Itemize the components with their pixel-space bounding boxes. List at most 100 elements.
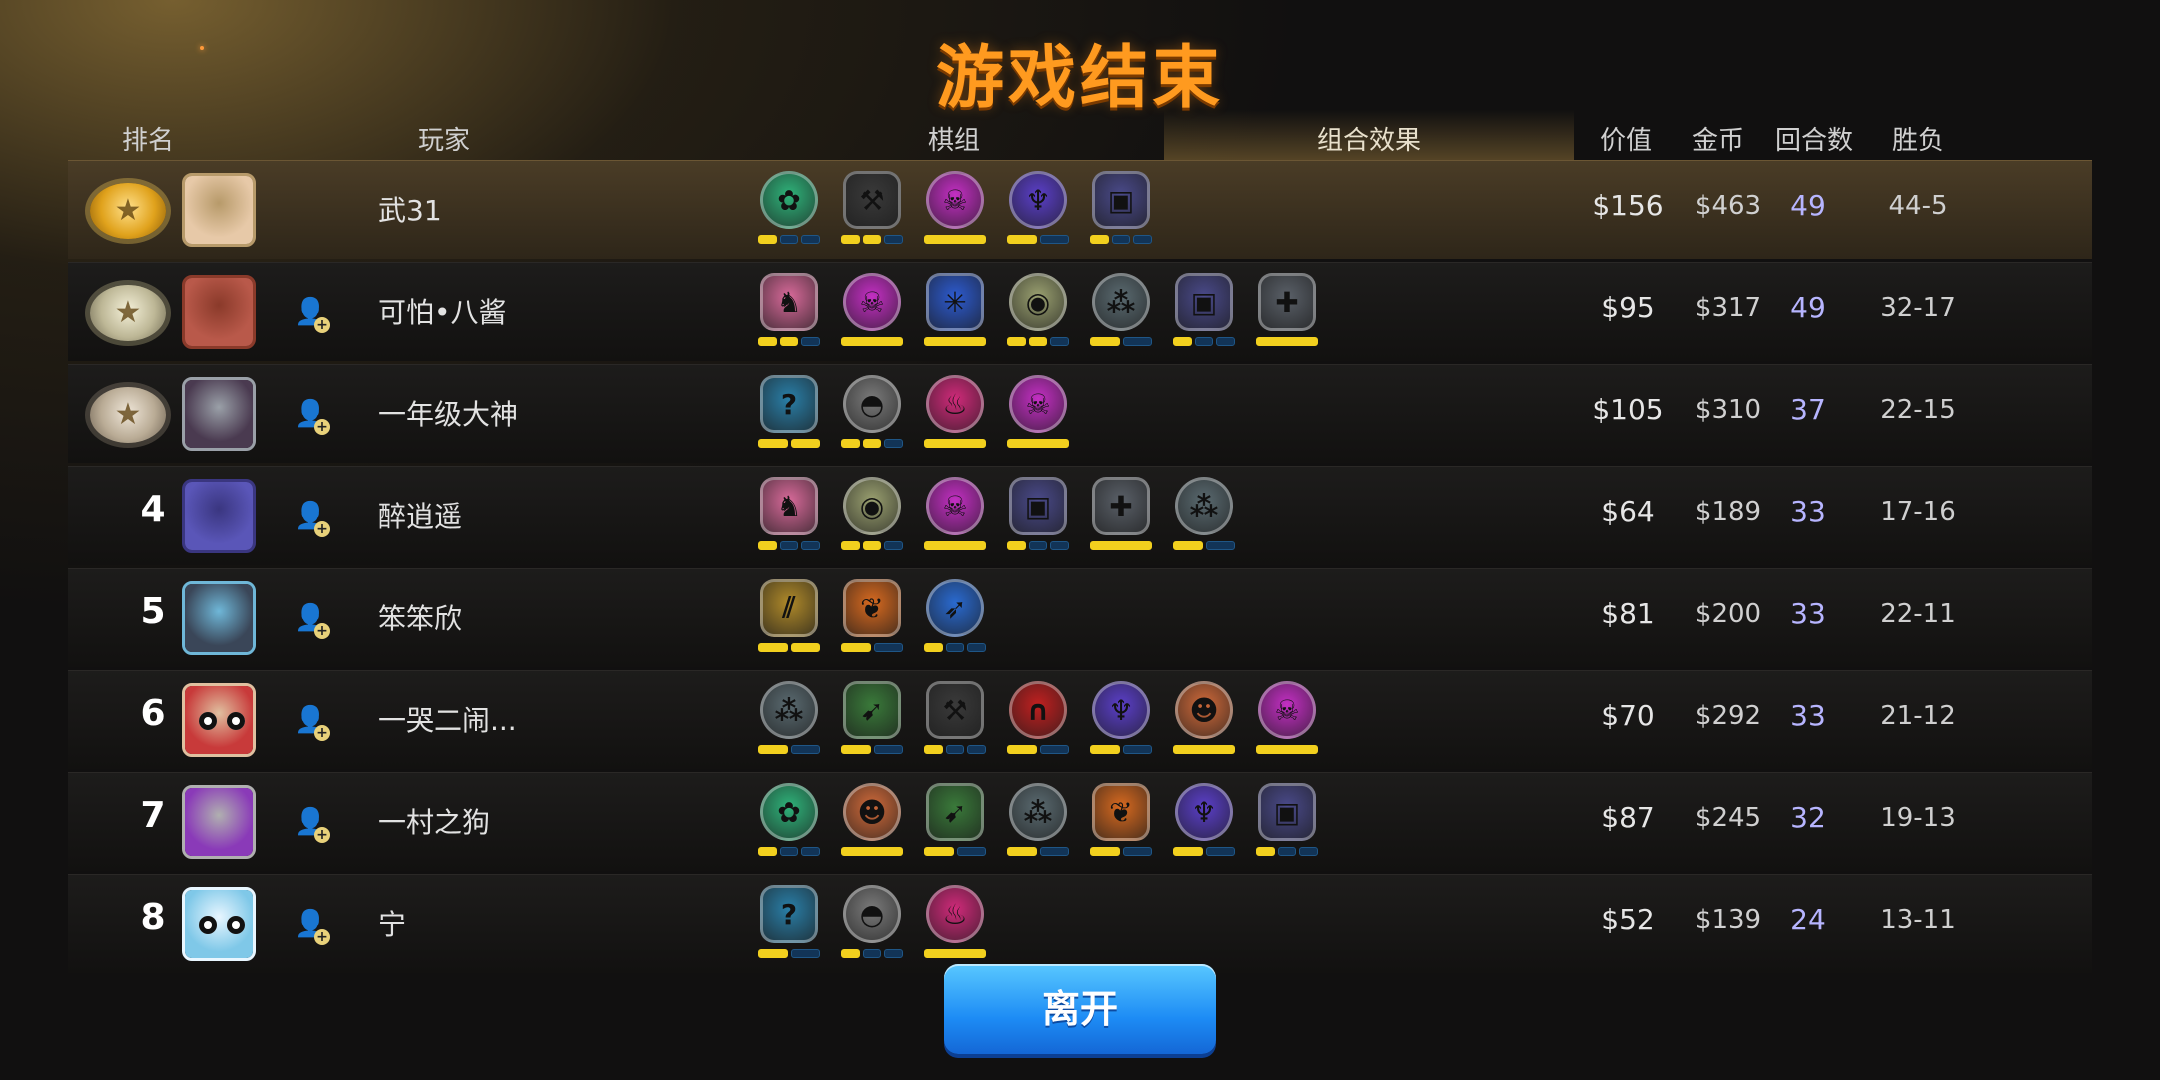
avatar-face <box>185 176 253 244</box>
add-friend-icon[interactable]: 👤 <box>294 705 330 741</box>
trait-badge[interactable]: ? <box>758 885 820 965</box>
hooded-avatar[interactable] <box>182 479 256 553</box>
trait-badge[interactable]: ☠ <box>924 171 986 251</box>
trait-level-bar-inactive <box>956 847 986 856</box>
trait-badge[interactable]: ✚ <box>1090 477 1152 557</box>
tab-combo-effect[interactable]: 组合效果 <box>1164 110 1574 162</box>
trait-badge[interactable]: ♨ <box>924 375 986 455</box>
bronze-medal-icon: ★ <box>90 387 166 443</box>
trait-badge[interactable]: ✿ <box>758 783 821 863</box>
trait-level-bars <box>1173 847 1235 856</box>
trait-badge[interactable]: ▣ <box>1090 171 1153 251</box>
avatar-face <box>185 788 253 856</box>
trait-badge[interactable]: ◉ <box>841 477 904 557</box>
beast-icon: ◉ <box>843 477 901 535</box>
trait-level-bar-inactive <box>884 541 904 550</box>
trait-badge[interactable]: ♨ <box>924 885 986 965</box>
trait-level-bars <box>841 439 904 448</box>
trait-badge[interactable]: ♞ <box>758 477 821 557</box>
trait-badge[interactable]: ♆ <box>1090 681 1152 761</box>
trait-badge[interactable]: ♞ <box>758 273 821 353</box>
dice-avatar[interactable] <box>182 887 256 961</box>
axe-icon: ⚒ <box>926 681 984 739</box>
trait-level-bars <box>1173 541 1235 550</box>
fishbone-icon: ♆ <box>1009 171 1067 229</box>
trait-badge[interactable]: ➶ <box>924 579 987 659</box>
trait-level-bar-inactive <box>790 949 820 958</box>
trait-level-bar-inactive <box>1050 337 1070 346</box>
trait-badge[interactable]: ➹ <box>924 783 986 863</box>
trait-badge[interactable]: ▣ <box>1256 783 1319 863</box>
trait-level-bar-active <box>924 847 954 856</box>
trait-badge[interactable]: ✿ <box>758 171 821 251</box>
trait-level-bar-active <box>758 643 788 652</box>
trait-badge[interactable]: ♆ <box>1007 171 1069 251</box>
trait-badge[interactable]: ☠ <box>924 477 986 557</box>
trait-level-bar-active <box>841 949 860 958</box>
trait-level-bar-inactive <box>873 745 903 754</box>
trait-badge[interactable]: ❦ <box>841 579 903 659</box>
trait-badge[interactable]: ❦ <box>1090 783 1152 863</box>
silver-medal-icon: ★ <box>90 285 166 341</box>
trait-level-bars <box>1256 745 1318 754</box>
trait-badge[interactable]: ♆ <box>1173 783 1235 863</box>
trait-level-bar-inactive <box>1122 337 1152 346</box>
arch-icon: ∩ <box>1009 681 1067 739</box>
trait-badge[interactable]: ▣ <box>1007 477 1070 557</box>
add-friend-icon[interactable]: 👤 <box>294 399 330 435</box>
spellbook-icon: ▣ <box>1092 171 1150 229</box>
pig-avatar[interactable] <box>182 173 256 247</box>
trait-badge[interactable]: ☠ <box>1256 681 1318 761</box>
table-row: 4👤醉逍遥♞◉☠▣✚⁂$64$1893317-16 <box>68 466 2092 565</box>
trait-badge[interactable]: ⚒ <box>841 171 904 251</box>
trait-level-bars <box>1007 847 1069 856</box>
trait-badge[interactable]: ✚ <box>1256 273 1318 353</box>
trait-level-bars <box>924 847 986 856</box>
trait-level-bar-active <box>1007 337 1026 346</box>
trait-badge[interactable]: ⁂ <box>1173 477 1235 557</box>
warrior-avatar[interactable] <box>182 275 256 349</box>
trait-badge[interactable]: ◉ <box>1007 273 1070 353</box>
trait-badge[interactable]: ☠ <box>841 273 903 353</box>
dark-wizard-avatar[interactable] <box>182 377 256 451</box>
trait-badge[interactable]: ⁂ <box>1007 783 1069 863</box>
trait-level-bars <box>1256 337 1318 346</box>
trait-level-bar-inactive <box>1122 847 1152 856</box>
demon-icon: ☠ <box>843 273 901 331</box>
ice-icon: ✳ <box>926 273 984 331</box>
rank-number: 8 <box>140 897 166 938</box>
add-friend-icon[interactable]: 👤 <box>294 603 330 639</box>
add-friend-icon[interactable]: 👤 <box>294 297 330 333</box>
trait-level-bar-active <box>790 643 820 652</box>
trait-level-bar-active <box>758 337 777 346</box>
add-friend-icon[interactable]: 👤 <box>294 501 330 537</box>
add-friend-icon[interactable]: 👤 <box>294 807 330 843</box>
trait-badge[interactable]: ◓ <box>841 375 904 455</box>
trait-badge[interactable]: ⫽ <box>758 579 820 659</box>
win-loss-record: 44-5 <box>1888 191 1948 221</box>
trait-badge[interactable]: ⁂ <box>1090 273 1152 353</box>
trait-badge[interactable]: ☻ <box>1173 681 1235 761</box>
trait-badge[interactable]: ☠ <box>1007 375 1069 455</box>
trait-badge[interactable]: ∩ <box>1007 681 1069 761</box>
trait-badge[interactable]: ◓ <box>841 885 904 965</box>
trait-badge[interactable]: ➹ <box>841 681 903 761</box>
trait-badge[interactable]: ☻ <box>841 783 903 863</box>
trait-level-bar-active <box>841 439 860 448</box>
leave-button[interactable]: 离开 <box>944 964 1216 1054</box>
trait-badge[interactable]: ✳ <box>924 273 986 353</box>
trait-badge[interactable]: ⚒ <box>924 681 987 761</box>
trait-badge[interactable]: ▣ <box>1173 273 1236 353</box>
trait-badge[interactable]: ⁂ <box>758 681 820 761</box>
trait-level-bar-inactive <box>1277 847 1297 856</box>
trait-level-bar-inactive <box>801 235 821 244</box>
rank-number: 6 <box>140 693 166 734</box>
purple-wizard-avatar[interactable] <box>182 785 256 859</box>
add-friend-icon[interactable]: 👤 <box>294 909 330 945</box>
knight-icon: ♞ <box>760 273 818 331</box>
trait-level-bar-active <box>758 949 788 958</box>
avatar-face <box>185 584 253 652</box>
trait-badge[interactable]: ? <box>758 375 820 455</box>
frost-wizard-avatar[interactable] <box>182 581 256 655</box>
robot-avatar[interactable] <box>182 683 256 757</box>
